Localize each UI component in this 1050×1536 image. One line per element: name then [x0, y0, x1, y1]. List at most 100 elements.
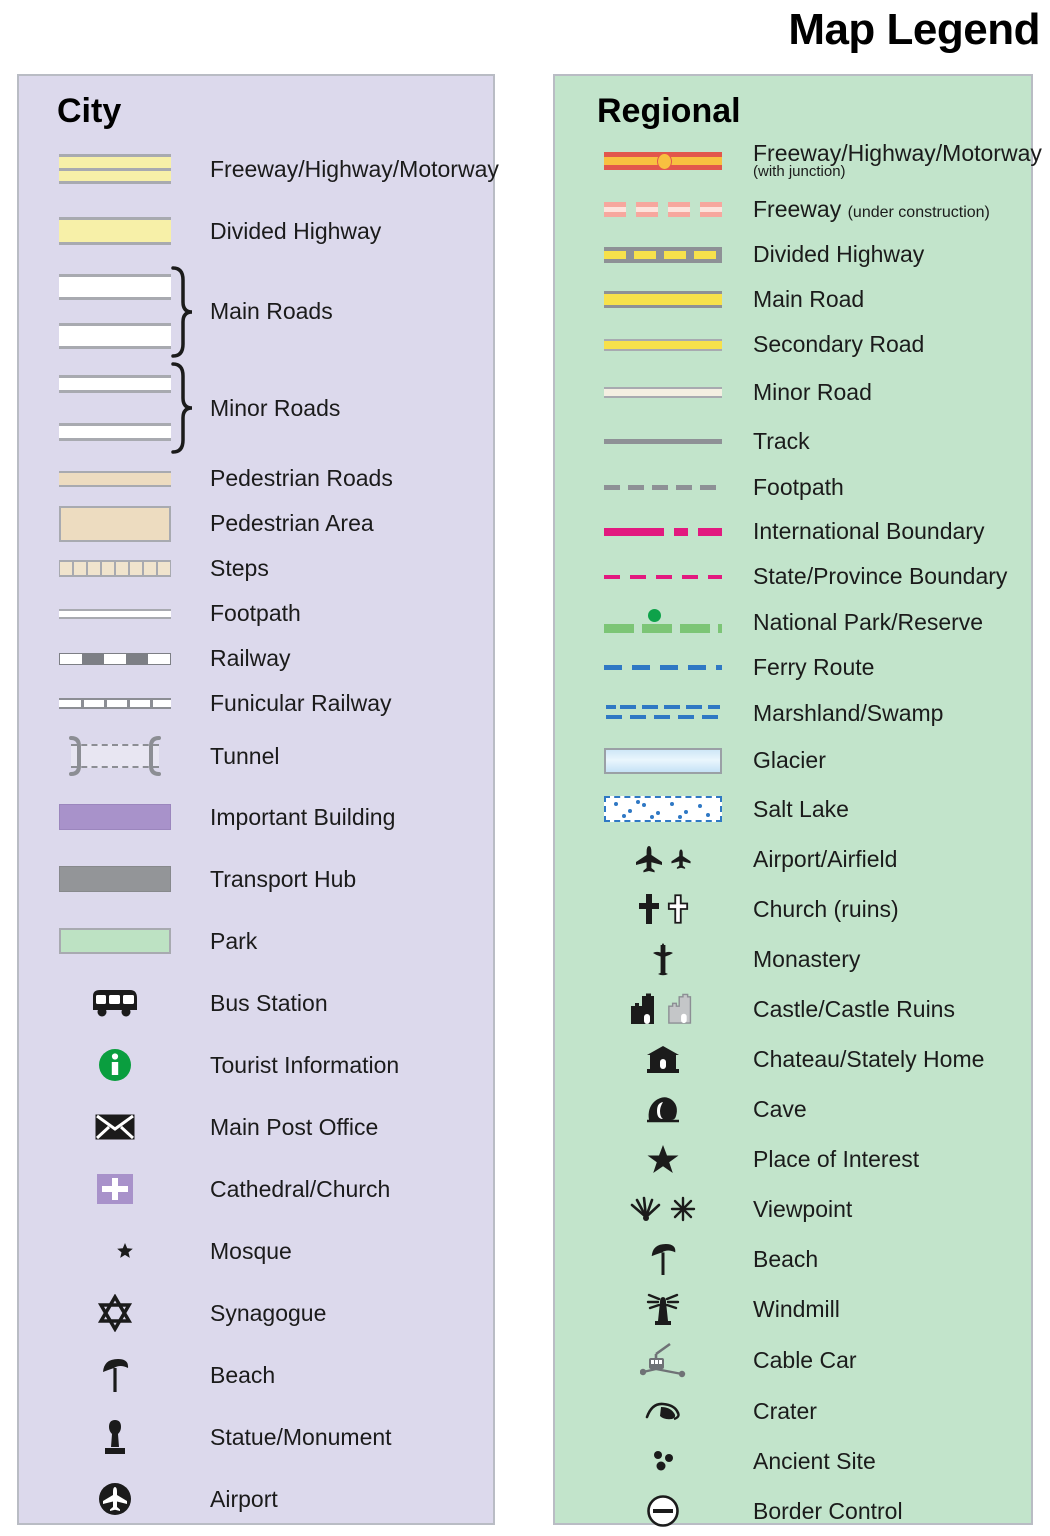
list-item[interactable]: Freeway/Highway/Motorway [19, 138, 499, 200]
list-item[interactable]: Divided Highway [19, 200, 493, 262]
list-item-label: Cave [753, 1095, 807, 1122]
list-item[interactable]: Beach [555, 1234, 1031, 1284]
list-item[interactable]: Castle/Castle Ruins [555, 984, 1031, 1034]
ancient-site-icon [593, 1449, 733, 1473]
list-item[interactable]: Freeway/Highway/Motorway (with junction) [555, 134, 1042, 187]
list-item[interactable]: Windmill [555, 1284, 1031, 1334]
list-item-label: State/Province Boundary [753, 563, 1008, 590]
list-item[interactable]: Airport/Airfield [555, 834, 1031, 884]
main-roads-swatch-pair-2 [37, 322, 192, 349]
list-item[interactable]: State/Province Boundary [555, 554, 1031, 599]
border-control-icon [593, 1494, 733, 1528]
list-item[interactable]: Border Control [555, 1486, 1031, 1536]
list-item[interactable]: Ferry Route [555, 645, 1031, 690]
city-panel-heading: City [57, 92, 122, 130]
list-item-label: Statue/Monument [210, 1423, 392, 1450]
list-item-label: Park [210, 927, 258, 954]
list-item-label-main: Freeway/Highway/Motorway [753, 140, 1042, 167]
list-item[interactable]: Tourist Information [19, 1034, 493, 1096]
list-item[interactable]: Footpath [19, 591, 493, 636]
list-item[interactable]: Salt Lake [555, 784, 1031, 834]
star-and-crescent-icon [37, 1233, 192, 1269]
list-item[interactable]: Important Building [19, 786, 493, 848]
list-item[interactable]: Synagogue [19, 1282, 493, 1344]
list-item[interactable]: Main Post Office [19, 1096, 493, 1158]
list-item[interactable]: Pedestrian Roads [19, 456, 493, 501]
list-item[interactable]: Minor Roads [19, 360, 493, 456]
chateau-icon [593, 1044, 733, 1074]
list-item[interactable]: Secondary Road [555, 322, 1031, 367]
list-item[interactable]: Minor Road [555, 367, 1031, 417]
city-legend-panel: City Freeway/Highway/Motorway Divided Hi… [17, 74, 499, 1525]
list-item-label: International Boundary [753, 518, 985, 545]
list-item[interactable]: Beach [19, 1344, 493, 1406]
list-item-label: Crater [753, 1397, 817, 1424]
list-item[interactable]: Chateau/Stately Home [555, 1034, 1031, 1084]
list-item-label: Divided Highway [753, 241, 925, 268]
list-item[interactable]: National Park/Reserve [555, 599, 1031, 645]
list-item[interactable]: Freeway (under construction) [555, 187, 1031, 232]
star-icon [593, 1143, 733, 1175]
list-item[interactable]: Statue/Monument [19, 1406, 493, 1468]
city-legend-list: Freeway/Highway/Motorway Divided Highway [19, 138, 499, 1530]
list-item-label: Beach [753, 1245, 819, 1272]
list-item[interactable]: Viewpoint [555, 1184, 1031, 1234]
list-item-label: National Park/Reserve [753, 608, 984, 635]
glacier-swatch [593, 747, 733, 774]
list-item[interactable]: Place of Interest [555, 1134, 1031, 1184]
list-item-label: Ancient Site [753, 1447, 876, 1474]
list-item[interactable]: Divided Highway [555, 232, 1031, 277]
list-item-label: Minor Roads [210, 394, 341, 421]
list-item[interactable]: Cave [555, 1084, 1031, 1134]
viewpoint-pair-icon [593, 1195, 733, 1223]
list-item[interactable]: Mosque [19, 1220, 493, 1282]
list-item-label: Main Post Office [210, 1113, 379, 1140]
list-item[interactable]: International Boundary [555, 509, 1031, 554]
list-item[interactable]: Monastery [555, 934, 1031, 984]
main-roads-swatch-pair [37, 273, 192, 300]
list-item[interactable]: Funicular Railway [19, 681, 493, 726]
list-item[interactable]: Church (ruins) [555, 884, 1031, 934]
list-item[interactable]: Glacier [555, 737, 1031, 784]
regional-legend-panel: Regional Freeway/Highway/Motorway (with … [553, 74, 1042, 1527]
list-item[interactable]: Main Roads [19, 262, 493, 360]
airplane-pair-icon [593, 844, 733, 874]
windmill-icon [593, 1291, 733, 1327]
list-item-label: Marshland/Swamp [753, 700, 944, 727]
list-item[interactable]: Footpath [555, 465, 1031, 509]
list-item[interactable]: Main Road [555, 277, 1031, 322]
list-item-label: Funicular Railway [210, 690, 392, 717]
freeway-under-construction-line [593, 202, 733, 217]
footpath-dashed-line [593, 484, 733, 490]
secondary-road-line [593, 338, 733, 351]
list-item[interactable]: Steps [19, 546, 493, 591]
list-item[interactable]: Marshland/Swamp [555, 690, 1031, 737]
list-item-label: Freeway (under construction) [753, 197, 990, 222]
cross-square-icon [37, 1174, 192, 1204]
list-item[interactable]: Pedestrian Area [19, 501, 493, 546]
list-item-label: Transport Hub [210, 865, 357, 892]
footpath-swatch [37, 608, 192, 619]
list-item[interactable]: Crater [555, 1386, 1031, 1436]
list-item[interactable]: Ancient Site [555, 1436, 1031, 1486]
list-item[interactable]: Park [19, 910, 493, 972]
list-item[interactable]: Airport [19, 1468, 493, 1530]
list-item[interactable]: Cathedral/Church [19, 1158, 493, 1220]
list-item-label: Windmill [753, 1295, 840, 1322]
list-item[interactable]: Transport Hub [19, 848, 493, 910]
minor-road-line [593, 386, 733, 398]
funicular-railway-swatch [37, 698, 192, 709]
list-item-sublabel: (under construction) [847, 204, 990, 222]
list-item[interactable]: Bus Station [19, 972, 493, 1034]
transport-hub-swatch [37, 866, 192, 892]
list-item[interactable]: Railway [19, 636, 493, 681]
list-item-label: Footpath [753, 473, 844, 500]
list-item[interactable]: Cable Car [555, 1334, 1031, 1386]
national-park-line [593, 609, 733, 635]
freeway-junction-line [593, 151, 733, 170]
list-item-label: Airport [210, 1485, 278, 1512]
list-item[interactable]: Track [555, 417, 1031, 465]
tunnel-swatch [37, 734, 192, 778]
envelope-icon [37, 1113, 192, 1141]
list-item[interactable]: Tunnel [19, 726, 493, 786]
